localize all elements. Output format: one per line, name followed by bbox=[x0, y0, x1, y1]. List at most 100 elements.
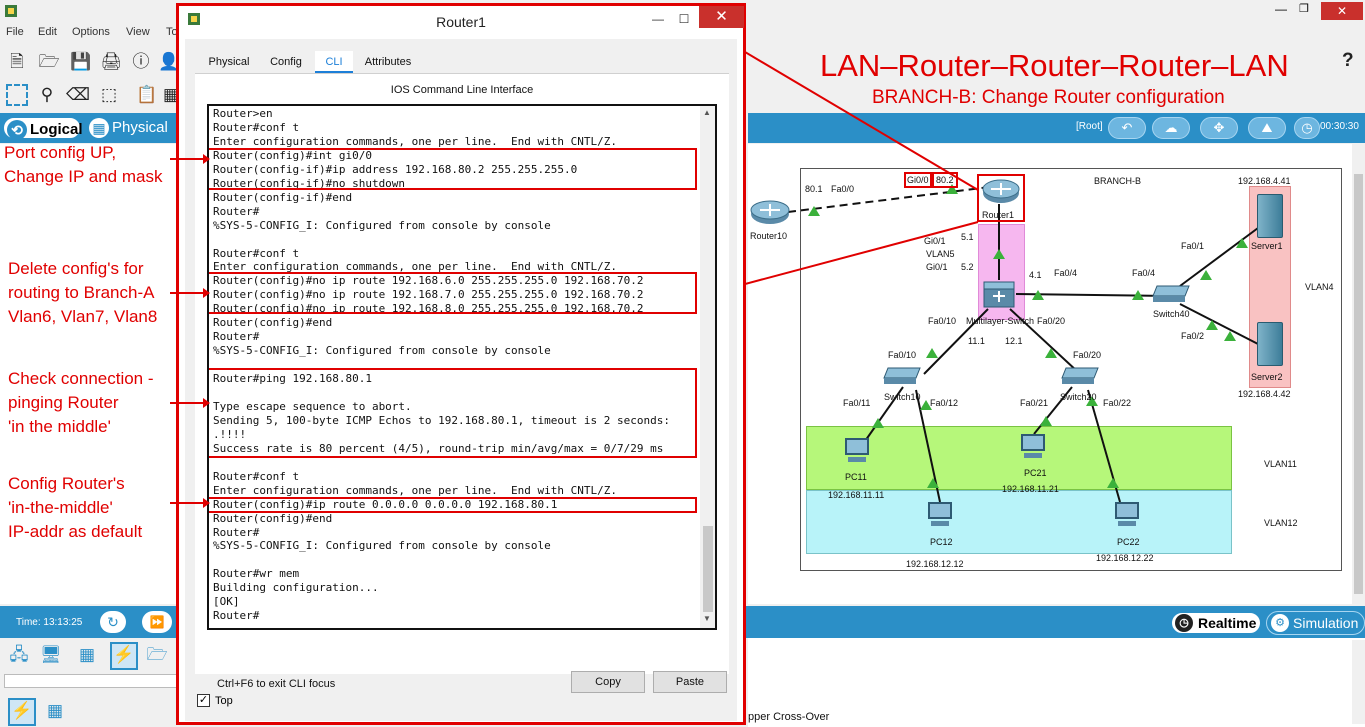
tab-attributes[interactable]: Attributes bbox=[357, 51, 419, 73]
realtime-button[interactable]: ◷ Realtime bbox=[1170, 611, 1262, 635]
annotation-line: Change IP and mask bbox=[4, 167, 163, 186]
vlan11-label: VLAN11 bbox=[1264, 459, 1297, 469]
link-up-indicator bbox=[926, 348, 938, 358]
server2-label: Server2 bbox=[1251, 372, 1283, 382]
tab-config[interactable]: Config bbox=[261, 51, 311, 73]
pc21-icon[interactable] bbox=[1018, 432, 1048, 462]
root-label[interactable]: [Root] bbox=[1076, 121, 1103, 132]
open-folder-icon[interactable]: 🗁 bbox=[38, 51, 60, 73]
simulation-button[interactable]: ⚙ Simulation bbox=[1266, 611, 1365, 635]
resize-icon[interactable]: ⬚ bbox=[98, 84, 120, 106]
end-devices-icon[interactable]: 🖥 bbox=[40, 644, 62, 666]
arrow-default-route bbox=[170, 498, 210, 508]
arrow-delete-config bbox=[170, 288, 210, 298]
arrow-port-config bbox=[170, 154, 210, 164]
components-icon[interactable]: ▦ bbox=[76, 644, 98, 666]
physical-view-button[interactable]: ▦ Physical bbox=[86, 116, 178, 140]
minimize-icon[interactable]: — bbox=[1275, 2, 1287, 16]
vlan4-label: VLAN4 bbox=[1305, 282, 1334, 292]
server1-icon[interactable] bbox=[1257, 194, 1283, 238]
device-search-field[interactable] bbox=[4, 674, 180, 688]
time-label: Time: 13:13:25 bbox=[16, 617, 83, 628]
cloud-icon[interactable]: ☁ bbox=[1152, 117, 1190, 139]
scroll-up-icon[interactable]: ▲ bbox=[703, 108, 711, 117]
cable-type-label: pper Cross-Over bbox=[748, 711, 830, 723]
multilayer-switch-icon[interactable] bbox=[983, 281, 1015, 309]
pc21-ip: 192.168.11.21 bbox=[1002, 484, 1059, 494]
help-icon[interactable]: ? bbox=[1342, 50, 1354, 72]
fast-forward-icon[interactable]: ⏩ bbox=[142, 611, 172, 633]
paste-button[interactable]: Paste bbox=[653, 671, 727, 693]
terminal-line: Router(config)#end bbox=[213, 316, 333, 330]
network-devices-icon[interactable]: 🖧 bbox=[8, 644, 30, 666]
switch20-icon[interactable] bbox=[1060, 366, 1100, 386]
viewport-icon[interactable]: ✥ bbox=[1200, 117, 1238, 139]
switch10-label: Switch10 bbox=[884, 392, 921, 402]
pc12-icon[interactable] bbox=[925, 500, 955, 530]
clock-readout: 00:30:30 bbox=[1320, 121, 1359, 132]
select-icon[interactable] bbox=[6, 84, 28, 106]
connector-bottom bbox=[745, 221, 979, 285]
pc11-ip: 192.168.11.11 bbox=[828, 490, 885, 500]
terminal-line: %SYS-5-CONFIG_I: Configured from console… bbox=[213, 218, 551, 232]
connections-icon[interactable]: ⚡ bbox=[110, 642, 138, 670]
background-image-icon[interactable]: ⛰ bbox=[1248, 117, 1286, 139]
info-icon[interactable]: ⓘ bbox=[130, 51, 152, 73]
top-checkbox[interactable]: ✓ bbox=[197, 694, 210, 707]
terminal-line: Router# bbox=[213, 330, 260, 344]
dialog-minimize-icon[interactable]: — bbox=[645, 9, 671, 29]
terminal-line: Router# bbox=[213, 609, 260, 623]
menu-view[interactable]: View bbox=[126, 26, 150, 38]
close-icon[interactable]: ✕ bbox=[1321, 2, 1363, 20]
search-icon[interactable]: ⚲ bbox=[36, 84, 58, 106]
annotation-default-route: Config Router's 'in-the-middle' IP-addr … bbox=[8, 472, 142, 544]
clock-icon[interactable]: ◷ bbox=[1294, 117, 1320, 139]
annotation-line: Port config UP, bbox=[4, 143, 117, 162]
print-icon[interactable]: 🖨 bbox=[100, 51, 122, 73]
save-icon[interactable]: 💾 bbox=[70, 51, 92, 73]
switch40-icon[interactable] bbox=[1151, 284, 1191, 304]
link-switch40-server1 bbox=[1179, 227, 1259, 287]
router1-icon[interactable] bbox=[982, 178, 1020, 204]
link-up-indicator bbox=[1040, 416, 1052, 426]
logical-view-button[interactable]: ⟲ Logical bbox=[2, 116, 83, 140]
canvas-scrollbar[interactable] bbox=[1352, 144, 1365, 604]
dialog-body: Physical Config CLI Attributes IOS Comma… bbox=[185, 39, 737, 721]
note-icon[interactable]: 📋 bbox=[136, 84, 158, 106]
terminal-line: %SYS-5-CONFIG_I: Configured from console… bbox=[213, 539, 551, 553]
menu-edit[interactable]: Edit bbox=[38, 26, 57, 38]
lightning-icon[interactable]: ⚡ bbox=[8, 698, 36, 726]
logical-icon: ⟲ bbox=[7, 120, 27, 140]
device-list-scrollbar[interactable] bbox=[1352, 640, 1365, 724]
switch10-icon[interactable] bbox=[882, 366, 922, 386]
tab-cli[interactable]: CLI bbox=[315, 51, 353, 73]
menu-file[interactable]: File bbox=[6, 26, 24, 38]
cli-terminal[interactable]: Router>en Router#conf t Enter configuratio… bbox=[207, 104, 717, 630]
dialog-maximize-icon[interactable]: ☐ bbox=[671, 9, 697, 29]
sw20-fa020-label: Fa0/20 bbox=[1073, 350, 1102, 360]
scroll-down-icon[interactable]: ▼ bbox=[703, 614, 711, 623]
pc22-icon[interactable] bbox=[1112, 500, 1142, 530]
annotation-line: 'in the middle' bbox=[8, 417, 111, 436]
restore-icon[interactable]: ❐ bbox=[1299, 2, 1309, 15]
menu-options[interactable]: Options bbox=[72, 26, 110, 38]
dialog-close-icon[interactable]: ✕ bbox=[699, 6, 744, 28]
dialog-titlebar[interactable]: Router1 — ☐ ✕ bbox=[179, 6, 744, 36]
fa012-label: Fa0/12 bbox=[930, 398, 959, 408]
tab-physical[interactable]: Physical bbox=[197, 51, 261, 73]
simulation-icon: ⚙ bbox=[1271, 614, 1289, 632]
new-file-icon[interactable]: 🗎 bbox=[6, 51, 28, 73]
terminal-scroll-thumb[interactable] bbox=[703, 526, 713, 612]
view-switch-bar: ⟲ Logical ▦ Physical bbox=[0, 113, 180, 143]
back-icon[interactable]: ↶ bbox=[1108, 117, 1146, 139]
link-up-indicator bbox=[1045, 348, 1057, 358]
misc-icon[interactable]: 🗁 bbox=[146, 644, 168, 666]
copy-button[interactable]: Copy bbox=[571, 671, 645, 693]
grid-icon[interactable]: ▦ bbox=[44, 700, 66, 722]
delete-icon[interactable]: ⌫ bbox=[66, 84, 90, 106]
pc11-icon[interactable] bbox=[842, 436, 872, 466]
highlight-port-config bbox=[209, 148, 697, 190]
scroll-thumb[interactable] bbox=[1354, 174, 1363, 594]
power-cycle-icon[interactable]: ↻ bbox=[100, 611, 126, 633]
server2-icon[interactable] bbox=[1257, 322, 1283, 366]
